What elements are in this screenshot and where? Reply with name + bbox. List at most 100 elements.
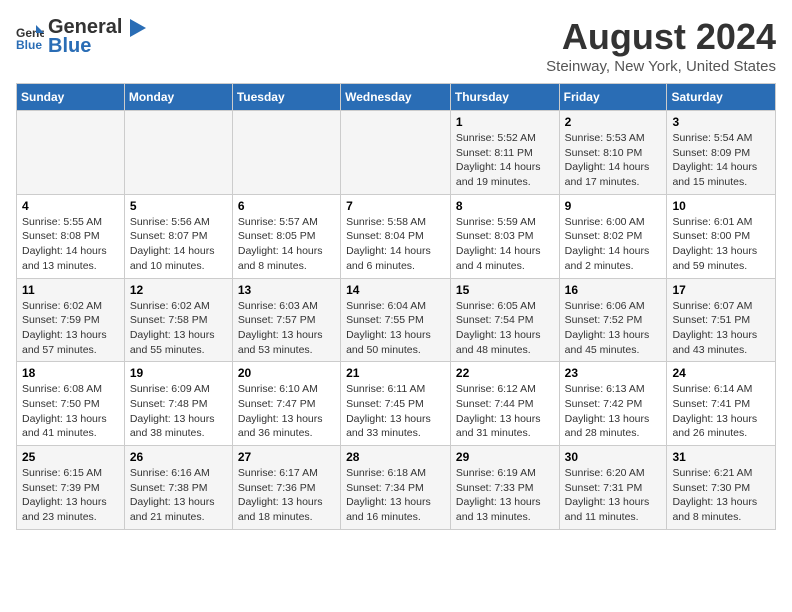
day-info: Sunrise: 5:52 AM Sunset: 8:11 PM Dayligh… bbox=[456, 131, 554, 190]
calendar-week-5: 25 Sunrise: 6:15 AM Sunset: 7:39 PM Dayli… bbox=[17, 446, 776, 530]
day-number: 21 bbox=[346, 366, 445, 380]
day-number: 30 bbox=[565, 450, 662, 464]
day-number: 15 bbox=[456, 283, 554, 297]
title-block: August 2024 Steinway, New York, United S… bbox=[546, 16, 776, 75]
day-info: Sunrise: 6:03 AM Sunset: 7:57 PM Dayligh… bbox=[238, 299, 335, 358]
day-info: Sunrise: 6:08 AM Sunset: 7:50 PM Dayligh… bbox=[22, 382, 119, 441]
calendar-week-1: 1 Sunrise: 5:52 AM Sunset: 8:11 PM Daylig… bbox=[17, 111, 776, 195]
weekday-header-friday: Friday bbox=[559, 84, 667, 111]
day-number: 1 bbox=[456, 115, 554, 129]
logo-arrow-icon bbox=[124, 19, 146, 37]
day-number: 24 bbox=[672, 366, 770, 380]
logo-icon: General Blue bbox=[16, 23, 44, 51]
calendar-cell: 27Sunrise: 6:17 AM Sunset: 7:36 PM Dayli… bbox=[232, 446, 340, 530]
calendar-cell: 24 Sunrise: 6:14 AM Sunset: 7:41 PM Dayli… bbox=[667, 362, 776, 446]
calendar-cell bbox=[124, 111, 232, 195]
day-info: Sunrise: 6:05 AM Sunset: 7:54 PM Dayligh… bbox=[456, 299, 554, 358]
calendar-cell: 19 Sunrise: 6:09 AM Sunset: 7:48 PM Dayli… bbox=[124, 362, 232, 446]
day-number: 22 bbox=[456, 366, 554, 380]
day-number: 3 bbox=[672, 115, 770, 129]
calendar-cell: 4 Sunrise: 5:55 AM Sunset: 8:08 PM Daylig… bbox=[17, 194, 125, 278]
calendar-cell: 5Sunrise: 5:56 AM Sunset: 8:07 PM Daylig… bbox=[124, 194, 232, 278]
calendar-cell: 17 Sunrise: 6:07 AM Sunset: 7:51 PM Dayli… bbox=[667, 278, 776, 362]
day-number: 26 bbox=[130, 450, 227, 464]
day-number: 27 bbox=[238, 450, 335, 464]
day-info: Sunrise: 5:54 AM Sunset: 8:09 PM Dayligh… bbox=[672, 131, 770, 190]
day-number: 31 bbox=[672, 450, 770, 464]
day-info: Sunrise: 6:07 AM Sunset: 7:51 PM Dayligh… bbox=[672, 299, 770, 358]
weekday-header-monday: Monday bbox=[124, 84, 232, 111]
day-info: Sunrise: 6:04 AM Sunset: 7:55 PM Dayligh… bbox=[346, 299, 445, 358]
calendar-cell: 12Sunrise: 6:02 AM Sunset: 7:58 PM Dayli… bbox=[124, 278, 232, 362]
calendar-cell: 22 Sunrise: 6:12 AM Sunset: 7:44 PM Dayli… bbox=[450, 362, 559, 446]
calendar-week-3: 11Sunrise: 6:02 AM Sunset: 7:59 PM Dayli… bbox=[17, 278, 776, 362]
day-number: 28 bbox=[346, 450, 445, 464]
day-number: 14 bbox=[346, 283, 445, 297]
calendar-cell: 15 Sunrise: 6:05 AM Sunset: 7:54 PM Dayli… bbox=[450, 278, 559, 362]
calendar-cell: 21 Sunrise: 6:11 AM Sunset: 7:45 PM Dayli… bbox=[341, 362, 451, 446]
calendar-cell: 28 Sunrise: 6:18 AM Sunset: 7:34 PM Dayli… bbox=[341, 446, 451, 530]
calendar-cell: 16Sunrise: 6:06 AM Sunset: 7:52 PM Dayli… bbox=[559, 278, 667, 362]
day-info: Sunrise: 6:16 AM Sunset: 7:38 PM Dayligh… bbox=[130, 466, 227, 525]
calendar-cell: 7Sunrise: 5:58 AM Sunset: 8:04 PM Daylig… bbox=[341, 194, 451, 278]
calendar-cell: 31 Sunrise: 6:21 AM Sunset: 7:30 PM Dayli… bbox=[667, 446, 776, 530]
weekday-header-thursday: Thursday bbox=[450, 84, 559, 111]
day-number: 2 bbox=[565, 115, 662, 129]
calendar-cell bbox=[341, 111, 451, 195]
day-info: Sunrise: 5:57 AM Sunset: 8:05 PM Dayligh… bbox=[238, 215, 335, 274]
calendar-cell: 3 Sunrise: 5:54 AM Sunset: 8:09 PM Daylig… bbox=[667, 111, 776, 195]
logo-wordmark: General Blue bbox=[48, 16, 146, 58]
day-info: Sunrise: 6:09 AM Sunset: 7:48 PM Dayligh… bbox=[130, 382, 227, 441]
calendar-cell: 11Sunrise: 6:02 AM Sunset: 7:59 PM Dayli… bbox=[17, 278, 125, 362]
calendar-cell: 8Sunrise: 5:59 AM Sunset: 8:03 PM Daylig… bbox=[450, 194, 559, 278]
day-number: 6 bbox=[238, 199, 335, 213]
day-number: 9 bbox=[565, 199, 662, 213]
main-title: August 2024 bbox=[546, 16, 776, 58]
day-info: Sunrise: 6:20 AM Sunset: 7:31 PM Dayligh… bbox=[565, 466, 662, 525]
day-number: 19 bbox=[130, 366, 227, 380]
weekday-header-saturday: Saturday bbox=[667, 84, 776, 111]
calendar-cell: 26 Sunrise: 6:16 AM Sunset: 7:38 PM Dayli… bbox=[124, 446, 232, 530]
day-info: Sunrise: 6:02 AM Sunset: 7:59 PM Dayligh… bbox=[22, 299, 119, 358]
day-number: 20 bbox=[238, 366, 335, 380]
day-info: Sunrise: 5:55 AM Sunset: 8:08 PM Dayligh… bbox=[22, 215, 119, 274]
day-number: 7 bbox=[346, 199, 445, 213]
day-info: Sunrise: 6:00 AM Sunset: 8:02 PM Dayligh… bbox=[565, 215, 662, 274]
day-number: 18 bbox=[22, 366, 119, 380]
calendar-cell: 1 Sunrise: 5:52 AM Sunset: 8:11 PM Daylig… bbox=[450, 111, 559, 195]
day-info: Sunrise: 6:11 AM Sunset: 7:45 PM Dayligh… bbox=[346, 382, 445, 441]
day-number: 4 bbox=[22, 199, 119, 213]
day-info: Sunrise: 6:06 AM Sunset: 7:52 PM Dayligh… bbox=[565, 299, 662, 358]
weekday-header-sunday: Sunday bbox=[17, 84, 125, 111]
weekday-header-wednesday: Wednesday bbox=[341, 84, 451, 111]
page-header: General Blue General Blue August 2024 St… bbox=[16, 16, 776, 75]
day-info: Sunrise: 6:21 AM Sunset: 7:30 PM Dayligh… bbox=[672, 466, 770, 525]
calendar-table: SundayMondayTuesdayWednesdayThursdayFrid… bbox=[16, 83, 776, 530]
day-info: Sunrise: 6:14 AM Sunset: 7:41 PM Dayligh… bbox=[672, 382, 770, 441]
calendar-cell: 9 Sunrise: 6:00 AM Sunset: 8:02 PM Daylig… bbox=[559, 194, 667, 278]
calendar-week-4: 18 Sunrise: 6:08 AM Sunset: 7:50 PM Dayli… bbox=[17, 362, 776, 446]
day-info: Sunrise: 6:01 AM Sunset: 8:00 PM Dayligh… bbox=[672, 215, 770, 274]
day-number: 12 bbox=[130, 283, 227, 297]
day-info: Sunrise: 5:59 AM Sunset: 8:03 PM Dayligh… bbox=[456, 215, 554, 274]
calendar-cell: 18 Sunrise: 6:08 AM Sunset: 7:50 PM Dayli… bbox=[17, 362, 125, 446]
day-number: 23 bbox=[565, 366, 662, 380]
day-number: 17 bbox=[672, 283, 770, 297]
calendar-cell: 30 Sunrise: 6:20 AM Sunset: 7:31 PM Dayli… bbox=[559, 446, 667, 530]
day-info: Sunrise: 6:18 AM Sunset: 7:34 PM Dayligh… bbox=[346, 466, 445, 525]
subtitle: Steinway, New York, United States bbox=[546, 58, 776, 75]
calendar-cell: 14 Sunrise: 6:04 AM Sunset: 7:55 PM Dayli… bbox=[341, 278, 451, 362]
calendar-cell: 10Sunrise: 6:01 AM Sunset: 8:00 PM Dayli… bbox=[667, 194, 776, 278]
day-number: 13 bbox=[238, 283, 335, 297]
calendar-cell bbox=[17, 111, 125, 195]
calendar-cell: 2 Sunrise: 5:53 AM Sunset: 8:10 PM Daylig… bbox=[559, 111, 667, 195]
svg-text:Blue: Blue bbox=[16, 38, 42, 51]
calendar-cell bbox=[232, 111, 340, 195]
day-info: Sunrise: 6:12 AM Sunset: 7:44 PM Dayligh… bbox=[456, 382, 554, 441]
day-info: Sunrise: 5:53 AM Sunset: 8:10 PM Dayligh… bbox=[565, 131, 662, 190]
day-number: 29 bbox=[456, 450, 554, 464]
day-info: Sunrise: 6:15 AM Sunset: 7:39 PM Dayligh… bbox=[22, 466, 119, 525]
logo: General Blue General Blue bbox=[16, 16, 146, 58]
calendar-cell: 29Sunrise: 6:19 AM Sunset: 7:33 PM Dayli… bbox=[450, 446, 559, 530]
day-number: 25 bbox=[22, 450, 119, 464]
